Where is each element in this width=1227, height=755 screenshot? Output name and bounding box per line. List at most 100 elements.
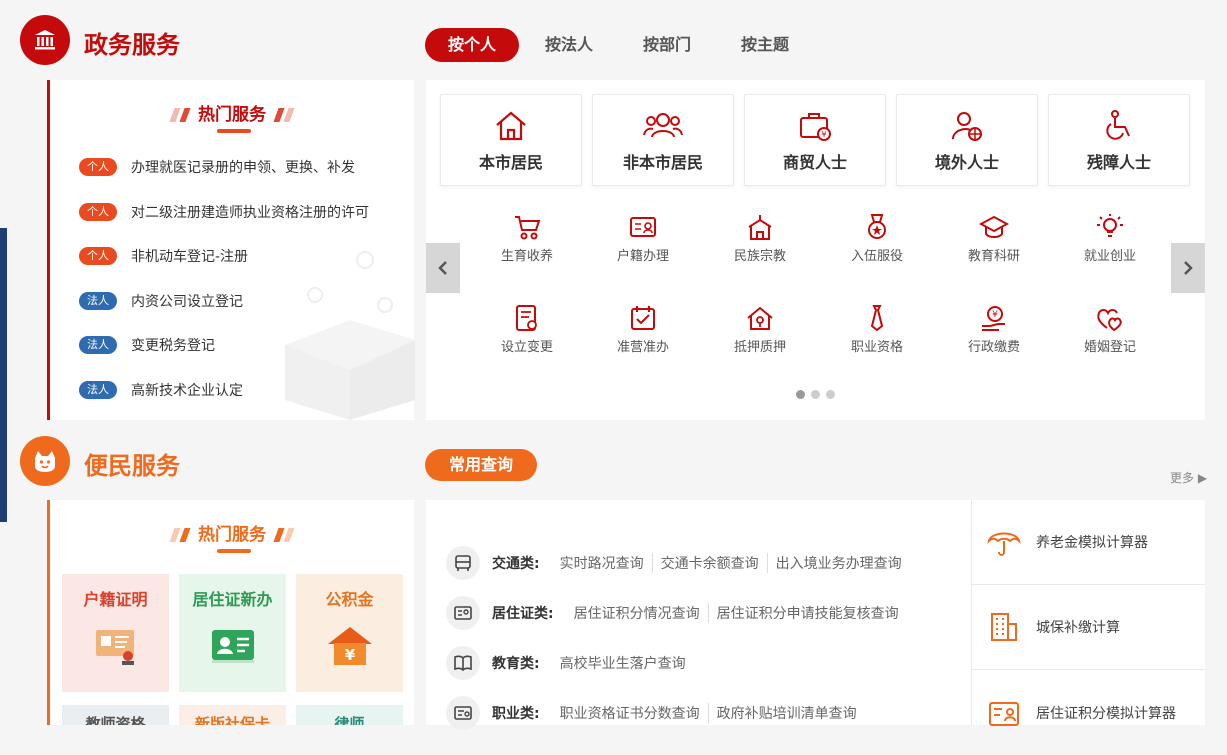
decorative-box-illustration [285,251,415,420]
query-row-education: 教育类: 高校毕业生落户查询 [446,646,694,680]
hot-title-underline [217,129,251,133]
service-ethnic-religion[interactable]: 民族宗教 [710,213,810,264]
medal-icon [868,214,886,239]
document-edit-icon [516,305,537,331]
calc-social-insurance[interactable]: 城保补缴计算 [972,585,1205,670]
corp-badge: 法人 [79,381,117,399]
umbrella-icon [987,532,1021,556]
service-marriage-registration[interactable]: 婚姻登记 [1060,304,1160,355]
query-link[interactable]: 实时路况查询 [560,553,652,573]
tab-by-topic[interactable]: 按主题 [726,28,804,62]
service-household-registration[interactable]: 户籍办理 [593,213,693,264]
service-license-permit[interactable]: 准营准办 [593,304,693,355]
floating-side-widget[interactable] [0,228,7,522]
carousel-dot[interactable] [811,390,820,399]
service-label: 行政缴费 [967,340,1020,355]
query-link[interactable]: 交通卡余额查询 [651,553,767,573]
chevron-right-icon: ▶ [1197,471,1208,485]
service-label: 民族宗教 [733,249,786,264]
government-building-icon [20,15,70,65]
service-label: 就业创业 [1083,249,1136,264]
smiley-face-icon [20,436,70,486]
tab-by-department[interactable]: 按部门 [628,28,706,62]
service-military-service[interactable]: 入伍服役 [827,213,927,264]
person-globe-icon [952,112,982,141]
category-nonlocal-resident[interactable]: 非本市居民 [592,94,734,186]
contact-card-icon [211,630,254,663]
hot-service-item[interactable]: 个人 非机动车登记-注册 [79,246,248,266]
carousel-dot[interactable] [826,390,835,399]
svg-text:¥: ¥ [344,646,355,664]
temple-icon [748,215,772,240]
house-yuan-icon: ¥ [327,627,372,665]
category-label: 商贸人士 [782,153,847,172]
service-professional-qualification[interactable]: 职业资格 [827,304,927,355]
service-label: 教育科研 [967,249,1020,264]
tile-label: 公积金 [325,590,374,609]
query-link[interactable]: 出入境业务办理查询 [766,553,910,573]
tile-housing-fund[interactable]: 公积金 ¥ [296,574,403,692]
calc-residence-points[interactable]: 居住证积分模拟计算器 [972,670,1205,755]
gov-hot-title: 热门服务 [50,100,414,125]
carousel-prev-button[interactable] [426,243,460,293]
more-link[interactable]: 更多 ▶ [1170,469,1207,486]
hot-service-label: 高新技术企业认定 [131,383,243,399]
service-education-research[interactable]: 教育科研 [944,213,1044,264]
category-foreigners[interactable]: 境外人士 [896,94,1038,186]
more-label: 更多 [1170,471,1195,485]
service-birth-adoption[interactable]: 生育收养 [477,213,577,264]
person-badge: 个人 [79,203,117,221]
category-business-people[interactable]: ¥ 商贸人士 [744,94,886,186]
hearts-icon [1097,309,1122,332]
svg-text:¥: ¥ [821,130,826,139]
stroller-icon [515,216,541,240]
calc-pension[interactable]: 养老金模拟计算器 [972,500,1205,585]
service-label: 设立变更 [500,340,553,355]
hot-service-item[interactable]: 个人 对二级注册建造师执业资格注册的许可 [79,202,369,222]
tile-household-certificate[interactable]: 户籍证明 [62,574,169,692]
carousel-dot[interactable] [796,390,805,399]
category-label: 本市居民 [478,153,543,172]
query-link[interactable]: 居住证积分情况查询 [574,603,708,623]
category-disabled-people[interactable]: 残障人士 [1048,94,1190,186]
tab-by-person[interactable]: 按个人 [425,28,519,62]
common-query-tab[interactable]: 常用查询 [425,449,537,481]
hot-service-label: 办理就医记录册的申领、更换、补发 [131,160,355,176]
query-link[interactable]: 高校毕业生落户查询 [560,653,694,673]
service-label: 准营准办 [616,340,669,355]
tile-lawyer[interactable]: 律师 [296,705,403,725]
tile-label: 律师 [334,715,365,725]
carousel-next-button[interactable] [1171,243,1205,293]
query-row-traffic: 交通类: 实时路况查询 交通卡余额查询 出入境业务办理查询 [446,546,910,580]
necktie-icon [870,305,884,332]
bus-icon [446,546,480,580]
hot-service-item[interactable]: 法人 内资公司设立登记 [79,291,243,311]
service-mortgage-pledge[interactable]: 抵押质押 [710,304,810,355]
query-link[interactable]: 职业资格证书分数查询 [560,703,708,723]
tile-label: 居住证新办 [192,590,273,609]
service-administrative-fees[interactable]: ¥ 行政缴费 [944,304,1044,355]
query-link[interactable]: 政府补贴培训清单查询 [707,703,865,723]
id-card-icon [989,701,1019,726]
wheelchair-icon [1106,110,1130,140]
tab-by-corporation[interactable]: 按法人 [530,28,608,62]
category-label: 残障人士 [1086,153,1151,172]
hot-service-item[interactable]: 个人 办理就医记录册的申领、更换、补发 [79,157,355,177]
tile-teacher-qualification[interactable]: 教师资格 [62,705,169,725]
query-link[interactable]: 居住证积分申请技能复核查询 [707,603,907,623]
id-card-icon [446,596,480,630]
graduation-cap-icon [979,215,1009,238]
id-card-stamp-icon [95,630,134,665]
people-group-icon [643,113,683,138]
query-category: 交通类: [492,556,540,572]
life-section-title: 便民服务 [84,452,180,480]
service-establish-change[interactable]: 设立变更 [477,304,577,355]
tile-new-social-security-card[interactable]: 新版社保卡 [179,705,286,725]
calc-label: 养老金模拟计算器 [1036,535,1148,551]
hot-service-item[interactable]: 法人 变更税务登记 [79,335,215,355]
category-local-resident[interactable]: 本市居民 [440,94,582,186]
hot-service-item[interactable]: 法人 高新技术企业认定 [79,380,243,400]
building-icon [991,613,1017,641]
tile-residence-permit-new[interactable]: 居住证新办 [179,574,286,692]
service-employment-startup[interactable]: 就业创业 [1060,213,1160,264]
